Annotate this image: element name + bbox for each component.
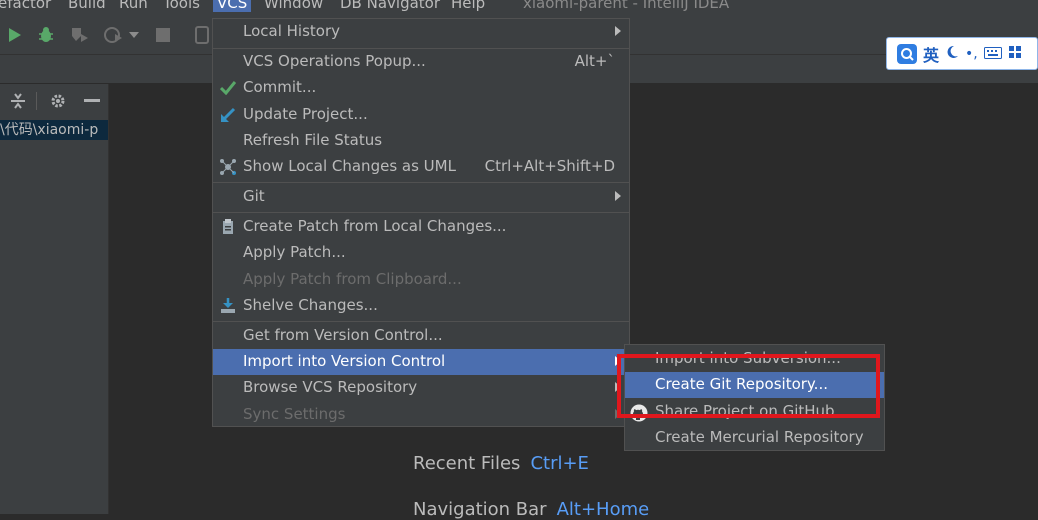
vcs-dropdown-menu: Local History VCS Operations Popup... Al… <box>212 18 630 427</box>
moon-icon[interactable] <box>945 44 959 63</box>
menu-separator <box>213 321 629 322</box>
check-icon <box>219 79 237 97</box>
stop-icon[interactable] <box>153 25 173 45</box>
collapse-all-icon[interactable] <box>8 91 28 111</box>
uml-icon <box>219 158 237 176</box>
project-root-node[interactable]: \代码\xiaomi-p <box>0 120 108 140</box>
minimize-icon[interactable] <box>82 91 102 111</box>
run-icon[interactable] <box>5 25 25 45</box>
menu-separator <box>213 212 629 213</box>
ime-language-toggle[interactable]: 英 <box>923 42 939 66</box>
keyboard-icon[interactable] <box>983 44 1002 63</box>
ime-logo-icon[interactable] <box>897 43 917 64</box>
menu-item-update-project[interactable]: Update Project... <box>213 102 629 128</box>
menu-item-apply-patch[interactable]: Apply Patch... <box>213 240 629 266</box>
menu-item-get-from-vcs[interactable]: Get from Version Control... <box>213 323 629 349</box>
menu-item-vcs-operations-popup[interactable]: VCS Operations Popup... Alt+` <box>213 49 629 75</box>
punctuation-icon[interactable]: •, <box>965 46 978 62</box>
toolbar-divider <box>36 92 37 110</box>
profile-icon[interactable] <box>103 25 125 45</box>
menu-item-browse-vcs-repository[interactable]: Browse VCS Repository <box>213 375 629 401</box>
window-title: xiaomi-parent - IntelliJ IDEA <box>523 0 730 12</box>
project-panel: \代码\xiaomi-p <box>0 84 109 514</box>
chevron-down-icon[interactable] <box>128 27 140 43</box>
update-arrow-icon <box>219 106 237 124</box>
submenu-arrow-icon <box>615 191 621 201</box>
menu-item-create-patch[interactable]: Create Patch from Local Changes... <box>213 214 629 240</box>
highlight-annotation-box <box>617 354 880 418</box>
main-menu-bar: efactor Build Run Tools VCS Window DB Na… <box>0 0 1038 14</box>
recent-files-hint: Recent Files Ctrl+E <box>413 453 589 474</box>
submenu-item-create-mercurial-repository[interactable]: Create Mercurial Repository <box>625 425 884 451</box>
menu-item-shelve-changes[interactable]: Shelve Changes... <box>213 293 629 319</box>
device-icon[interactable] <box>194 25 210 45</box>
navigation-bar-hint: Navigation Bar Alt+Home <box>413 499 649 520</box>
project-panel-toolbar <box>0 84 108 116</box>
navigation-bar-label: Navigation Bar <box>413 499 547 520</box>
menu-item-refresh-file-status[interactable]: Refresh File Status <box>213 128 629 154</box>
coverage-icon[interactable] <box>68 25 90 45</box>
gear-icon[interactable] <box>48 91 68 111</box>
menu-vcs[interactable]: VCS <box>213 0 252 12</box>
shelve-icon <box>219 297 237 315</box>
debug-icon[interactable] <box>36 25 56 45</box>
menu-item-git[interactable]: Git <box>213 184 629 210</box>
menu-item-import-into-vcs[interactable]: Import into Version Control <box>213 349 629 375</box>
menu-item-local-history[interactable]: Local History <box>213 19 629 45</box>
recent-files-shortcut[interactable]: Ctrl+E <box>530 453 588 474</box>
recent-files-label: Recent Files <box>413 453 521 474</box>
menu-db-navigator[interactable]: DB Navigator <box>340 0 440 12</box>
menu-build[interactable]: Build <box>68 0 106 12</box>
menu-run[interactable]: Run <box>119 0 148 12</box>
menu-item-commit[interactable]: Commit... <box>213 75 629 101</box>
menu-refactor[interactable]: efactor <box>0 0 51 12</box>
menu-item-show-local-changes-uml[interactable]: Show Local Changes as UML Ctrl+Alt+Shift… <box>213 154 629 180</box>
menu-tools[interactable]: Tools <box>163 0 200 12</box>
patch-icon <box>219 218 237 236</box>
menu-help[interactable]: Help <box>451 0 485 12</box>
menu-item-apply-patch-clipboard: Apply Patch from Clipboard... <box>243 270 462 288</box>
skin-icon[interactable] <box>1008 44 1022 63</box>
ime-toolbar: 英 •, <box>886 37 1038 70</box>
navigation-bar-shortcut[interactable]: Alt+Home <box>557 499 650 520</box>
menu-item-sync-settings: Sync Settings <box>213 402 629 428</box>
menu-separator <box>213 182 629 183</box>
submenu-arrow-icon <box>615 26 621 36</box>
menu-window[interactable]: Window <box>264 0 323 12</box>
